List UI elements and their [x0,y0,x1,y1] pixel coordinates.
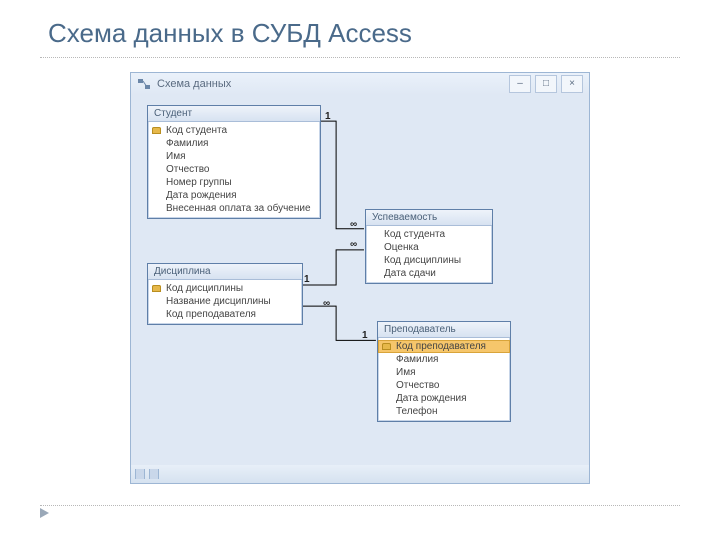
window-title: Схема данных [157,78,231,90]
cardinality-infinity-icon: ∞ [323,298,330,309]
bullet-arrow-icon [40,508,49,518]
close-button[interactable]: × [561,75,583,93]
table-field[interactable]: Отчество [378,379,510,392]
cardinality-one-icon: 1 [304,274,310,285]
scroll-handle-icon[interactable] [149,469,159,479]
work-area[interactable]: 1 ∞ 1 ∞ ∞ 1 Студент Код студента Фамилия… [137,99,583,463]
table-field[interactable]: Дата рождения [378,392,510,405]
table-field[interactable]: Оценка [366,241,492,254]
table-field[interactable]: Имя [378,366,510,379]
table-discipline[interactable]: Дисциплина Код дисциплины Название дисци… [147,263,303,325]
table-field[interactable]: Номер группы [148,176,320,189]
relationships-icon [137,77,151,91]
table-header[interactable]: Дисциплина [148,264,302,280]
field-key-icon[interactable]: Код преподавателя [378,340,510,353]
table-field[interactable]: Код дисциплины [366,254,492,267]
table-header[interactable]: Успеваемость [366,210,492,226]
table-field[interactable]: Дата сдачи [366,267,492,280]
divider-top [40,57,680,58]
divider-bottom [40,505,680,506]
table-teacher[interactable]: Преподаватель Код преподавателя Фамилия … [377,321,511,422]
relationships-window: Схема данных – □ × 1 ∞ 1 ∞ ∞ 1 Студент К… [130,72,590,484]
cardinality-one-icon: 1 [325,111,331,122]
table-field[interactable]: Отчество [148,163,320,176]
table-field[interactable]: Фамилия [378,353,510,366]
diagram-canvas: Схема данных – □ × 1 ∞ 1 ∞ ∞ 1 Студент К… [130,72,590,484]
statusbar [131,465,589,483]
cardinality-one-icon: 1 [362,330,368,341]
maximize-button[interactable]: □ [535,75,557,93]
slide-title: Схема данных в СУБД Access [0,0,720,57]
field-key-icon[interactable]: Код студента [148,124,320,137]
cardinality-infinity-icon: ∞ [350,239,357,250]
table-field[interactable]: Код преподавателя [148,308,302,321]
cardinality-infinity-icon: ∞ [350,219,357,230]
table-student[interactable]: Студент Код студента Фамилия Имя Отчеств… [147,105,321,219]
table-field[interactable]: Название дисциплины [148,295,302,308]
titlebar: Схема данных – □ × [131,73,589,95]
table-field[interactable]: Дата рождения [148,189,320,202]
table-field[interactable]: Фамилия [148,137,320,150]
table-field[interactable]: Внесенная оплата за обучение [148,202,320,215]
table-field[interactable]: Код студента [366,228,492,241]
table-field[interactable]: Имя [148,150,320,163]
table-field[interactable]: Телефон [378,405,510,418]
table-grades[interactable]: Успеваемость Код студента Оценка Код дис… [365,209,493,284]
table-header[interactable]: Преподаватель [378,322,510,338]
scroll-handle-icon[interactable] [135,469,145,479]
field-key-icon[interactable]: Код дисциплины [148,282,302,295]
minimize-button[interactable]: – [509,75,531,93]
table-header[interactable]: Студент [148,106,320,122]
